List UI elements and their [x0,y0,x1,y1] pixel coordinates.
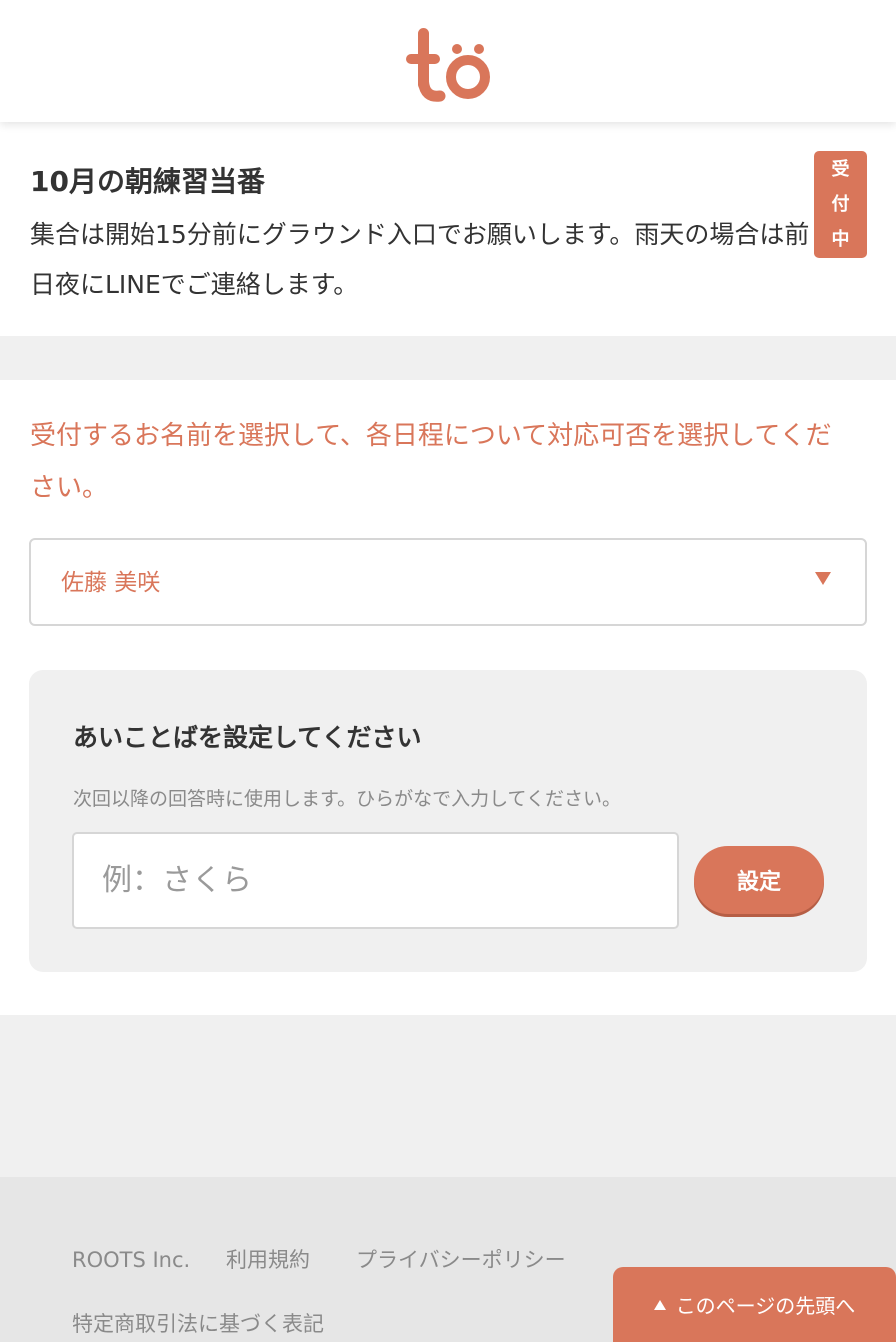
instruction-text: 受付するお名前を選択して、各日程について対応可否を選択してください。 [30,421,832,503]
event-title: 10月の朝練習当番 [30,165,265,198]
password-panel: あいことばを設定してください 次回以降の回答時に使用します。ひらがなで入力してく… [29,670,867,972]
status-badge-char: 受 [831,159,850,180]
status-badge-char: 中 [831,229,850,250]
password-input[interactable] [72,832,679,929]
event-description: 集合は開始15分前にグラウンド入口でお願いします。雨天の場合は前日夜にLINEで… [30,220,810,299]
footer-link-privacy[interactable]: プライバシーポリシー [356,1245,566,1275]
back-to-top-label: このページの先頭へ [675,1294,856,1318]
password-help-text: 次回以降の回答時に使用します。ひらがなで入力してください。 [73,788,621,810]
arrow-up-icon [653,1300,666,1310]
chevron-down-icon [815,572,831,585]
status-badge-char: 付 [831,194,850,215]
password-title: あいことばを設定してください [73,723,422,752]
back-to-top-button[interactable]: このページの先頭へ [613,1267,896,1342]
footer-link-commerce-law[interactable]: 特定商取引法に基づく表記 [72,1309,324,1339]
footer-link-company[interactable]: ROOTS Inc. [72,1245,190,1275]
site-footer: ROOTS Inc. 利用規約 プライバシーポリシー 特定商取引法に基づく表記 … [0,1177,896,1342]
name-select-value: 佐藤 美咲 [61,570,161,596]
footer-link-terms[interactable]: 利用規約 [226,1245,310,1275]
logo[interactable] [402,24,494,104]
status-badge: 受 付 中 [814,151,867,258]
set-password-button[interactable]: 設定 [694,846,824,914]
event-card: 10月の朝練習当番 集合は開始15分前にグラウンド入口でお願いします。雨天の場合… [0,122,896,336]
site-header [0,0,896,122]
page: 10月の朝練習当番 集合は開始15分前にグラウンド入口でお願いします。雨天の場合… [0,0,896,1342]
name-select[interactable]: 佐藤 美咲 [29,538,867,626]
response-form: 受付するお名前を選択して、各日程について対応可否を選択してください。 佐藤 美咲… [0,380,896,1015]
